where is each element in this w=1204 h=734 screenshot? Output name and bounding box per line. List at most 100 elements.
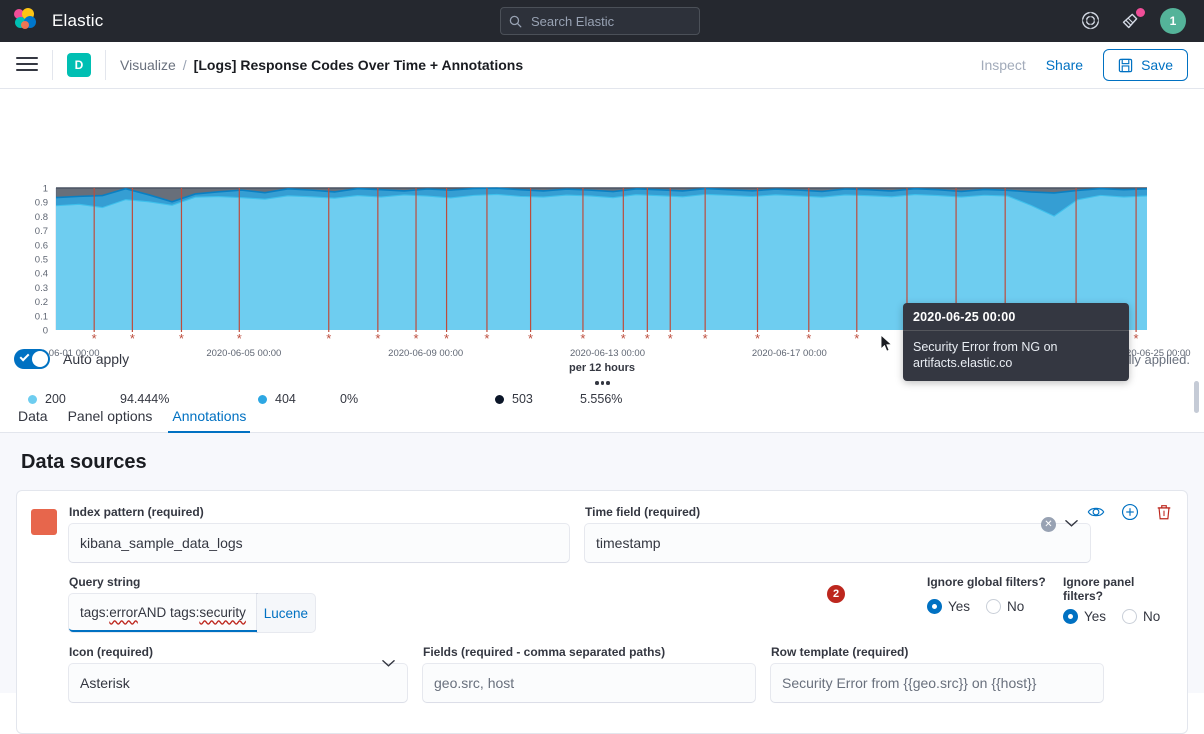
- chevron-down-icon[interactable]: [1065, 519, 1078, 528]
- space-badge[interactable]: D: [67, 53, 91, 77]
- index-pattern-input[interactable]: kibana_sample_data_logs: [69, 524, 569, 562]
- ignore-global-filters-yes[interactable]: Yes: [927, 599, 970, 614]
- svg-text:0.5: 0.5: [35, 255, 48, 266]
- svg-text:*: *: [375, 331, 380, 346]
- svg-text:0.7: 0.7: [35, 226, 48, 237]
- svg-text:*: *: [703, 331, 708, 346]
- ignore-global-filters-no[interactable]: No: [986, 599, 1024, 614]
- tab-annotations[interactable]: Annotations: [162, 408, 256, 432]
- query-seg-0: tags:: [80, 605, 109, 620]
- tab-panel-options[interactable]: Panel options: [58, 408, 163, 432]
- ignore-panel-filters-group: Ignore panel filters? Yes No: [1063, 575, 1173, 632]
- row-template-field: Row template (required) Security Error f…: [771, 645, 1103, 702]
- ignore-panel-filters-yes[interactable]: Yes: [1063, 609, 1106, 624]
- svg-text:*: *: [92, 331, 97, 346]
- query-language-button[interactable]: Lucene: [257, 594, 315, 632]
- inspect-button[interactable]: Inspect: [981, 57, 1026, 73]
- svg-text:*: *: [621, 331, 626, 346]
- share-button[interactable]: Share: [1046, 57, 1083, 73]
- breadcrumb-separator: /: [183, 57, 187, 73]
- radio-icon: [1063, 609, 1078, 624]
- tooltip-body: Security Error from NG on artifacts.elas…: [903, 331, 1129, 381]
- auto-apply-toggle[interactable]: [14, 349, 50, 369]
- svg-text:*: *: [179, 331, 184, 346]
- user-avatar[interactable]: 1: [1160, 8, 1186, 34]
- svg-text:*: *: [130, 331, 135, 346]
- color-swatch[interactable]: [31, 509, 57, 535]
- ignore-global-filters-group: Ignore global filters? Yes No: [927, 575, 1047, 632]
- nav-right-actions: 1: [1080, 8, 1190, 34]
- row-icon-fields-template: Icon (required) Asterisk Fields (require…: [69, 645, 1173, 702]
- tab-data[interactable]: Data: [8, 408, 58, 432]
- svg-text:0.3: 0.3: [35, 283, 48, 294]
- search-icon: [509, 15, 522, 28]
- ellipsis-horizontal-icon[interactable]: [595, 381, 610, 385]
- svg-text:0.6: 0.6: [35, 240, 48, 251]
- divider: [105, 50, 106, 80]
- row-template-label: Row template (required): [771, 645, 1103, 659]
- data-source-actions: [1087, 503, 1173, 521]
- index-pattern-label: Index pattern (required): [69, 505, 569, 519]
- save-button[interactable]: Save: [1103, 49, 1188, 81]
- annotation-tooltip: 2020-06-25 00:00 Security Error from NG …: [903, 303, 1129, 381]
- row-template-input[interactable]: Security Error from {{geo.src}} on {{hos…: [771, 664, 1103, 702]
- breadcrumb-bar: D Visualize / [Logs] Response Codes Over…: [0, 42, 1204, 89]
- annotation-data-source-card: Index pattern (required) kibana_sample_d…: [16, 490, 1188, 734]
- notification-dot: [1136, 8, 1145, 17]
- divider: [52, 50, 53, 80]
- save-button-label: Save: [1141, 57, 1173, 73]
- svg-text:*: *: [1134, 331, 1139, 346]
- icon-select-input[interactable]: Asterisk: [69, 664, 407, 702]
- row-query-and-filters: Query string tags:error AND tags:securit…: [69, 575, 1173, 632]
- svg-text:*: *: [444, 331, 449, 346]
- global-search[interactable]: [500, 7, 700, 35]
- svg-text:*: *: [668, 331, 673, 346]
- clear-x-icon[interactable]: ✕: [1041, 517, 1056, 532]
- svg-text:0: 0: [43, 326, 48, 337]
- ignore-panel-filters-label: Ignore panel filters?: [1063, 575, 1173, 603]
- query-string-input[interactable]: tags:error AND tags:security: [69, 594, 257, 632]
- query-seg-1: error: [109, 605, 138, 620]
- query-seg-3: security: [199, 605, 246, 620]
- icon-select-label: Icon (required): [69, 645, 407, 659]
- ignore-global-filters-label: Ignore global filters?: [927, 575, 1047, 589]
- check-icon: [20, 352, 30, 362]
- hamburger-menu-icon[interactable]: [16, 57, 38, 73]
- svg-text:0.4: 0.4: [35, 269, 48, 280]
- fields-paths-label: Fields (required - comma separated paths…: [423, 645, 755, 659]
- svg-text:0.9: 0.9: [35, 198, 48, 209]
- breadcrumb: Visualize / [Logs] Response Codes Over T…: [120, 57, 523, 73]
- search-input[interactable]: [529, 13, 691, 30]
- svg-text:*: *: [854, 331, 859, 346]
- query-error-badge[interactable]: 2: [827, 585, 845, 603]
- svg-text:0.1: 0.1: [35, 311, 48, 322]
- index-pattern-field: Index pattern (required) kibana_sample_d…: [69, 505, 569, 562]
- visualization-chart[interactable]: 10.90.80.70.60.50.40.30.20.10***********…: [0, 89, 1204, 327]
- svg-text:*: *: [484, 331, 489, 346]
- add-plus-circle-icon[interactable]: [1121, 503, 1139, 521]
- visibility-eye-icon[interactable]: [1087, 503, 1105, 521]
- global-nav: Elastic 1: [0, 0, 1204, 42]
- svg-text:0.8: 0.8: [35, 212, 48, 223]
- tooltip-title: 2020-06-25 00:00: [903, 303, 1129, 331]
- svg-text:*: *: [528, 331, 533, 346]
- help-circle-icon[interactable]: [1080, 10, 1102, 32]
- breadcrumb-item-visualize[interactable]: Visualize: [120, 57, 176, 73]
- breadcrumb-actions: Inspect Share Save: [981, 49, 1188, 81]
- elastic-logo: [14, 8, 40, 34]
- brand-name: Elastic: [52, 11, 103, 31]
- chevron-down-icon[interactable]: [382, 659, 395, 668]
- data-source-fields: Index pattern (required) kibana_sample_d…: [69, 505, 1173, 715]
- time-field-input[interactable]: timestamp: [585, 524, 1090, 562]
- time-field-label: Time field (required): [585, 505, 1090, 519]
- icon-select-field: Icon (required) Asterisk: [69, 645, 407, 702]
- collapse-row: [0, 379, 1204, 401]
- announcement-megaphone-icon[interactable]: [1120, 10, 1142, 32]
- brand[interactable]: Elastic: [14, 8, 103, 34]
- data-sources-section: Data sources Index pattern (required) ki…: [0, 433, 1204, 693]
- ignore-panel-filters-no[interactable]: No: [1122, 609, 1160, 624]
- fields-paths-field: Fields (required - comma separated paths…: [423, 645, 755, 702]
- svg-text:*: *: [580, 331, 585, 346]
- delete-trash-icon[interactable]: [1155, 503, 1173, 521]
- fields-paths-input[interactable]: geo.src, host: [423, 664, 755, 702]
